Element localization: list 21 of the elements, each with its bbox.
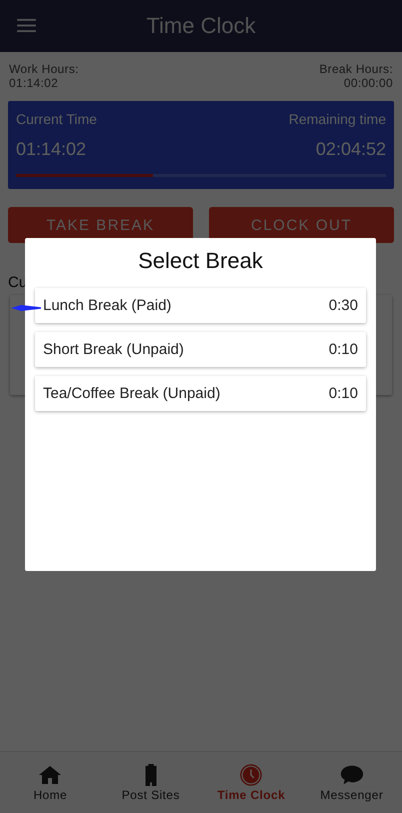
work-hours-value: 01:14:02 [9, 76, 60, 90]
house-icon [38, 764, 62, 786]
screen-title: Time Clock [146, 13, 256, 39]
remaining-time-label: Remaining time [288, 111, 386, 127]
remaining-time-value: 02:04:52 [316, 139, 386, 160]
current-time-value: 01:14:02 [16, 139, 86, 160]
nav-tab[interactable]: Home [0, 752, 100, 813]
nav-tab[interactable]: Post Sites [100, 752, 201, 813]
break-option[interactable]: Tea/Coffee Break (Unpaid) 0:10 [35, 376, 366, 411]
nav-tab[interactable]: Messenger [302, 752, 402, 813]
work-hours-label: Work Hours: [9, 62, 79, 76]
break-option[interactable]: Short Break (Unpaid) 0:10 [35, 332, 366, 367]
break-hours-label: Break Hours: [319, 62, 393, 76]
current-time-label: Current Time [16, 111, 97, 127]
menu-icon[interactable] [17, 18, 36, 33]
break-option[interactable]: Lunch Break (Paid) 0:30 [35, 288, 366, 323]
clock-icon [239, 764, 264, 786]
speech-bubble-icon [340, 764, 364, 786]
dialog-title: Select Break [137, 248, 264, 274]
break-hours-value: 00:00:00 [344, 76, 393, 90]
nav-tab[interactable]: Time Clock [201, 752, 302, 813]
